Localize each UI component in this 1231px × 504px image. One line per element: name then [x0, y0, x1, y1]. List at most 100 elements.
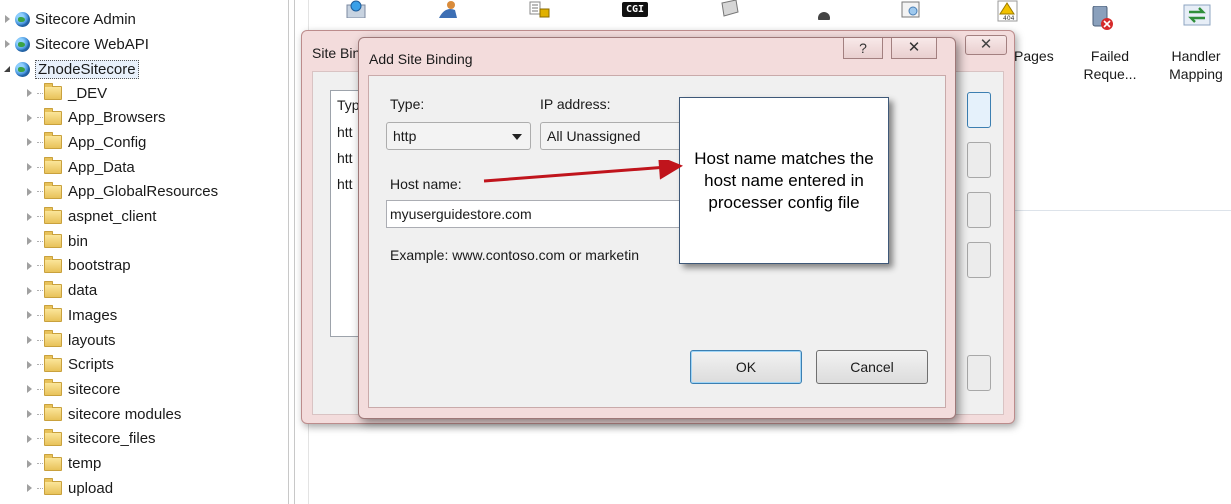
- tree-item-label: App_GlobalResources: [68, 183, 219, 201]
- remove-binding-button[interactable]: [967, 192, 991, 228]
- expand-arrow-icon[interactable]: [26, 138, 34, 147]
- tree-item-label: App_Config: [68, 133, 147, 151]
- example-text: Example: www.contoso.com or marketin: [390, 247, 639, 263]
- tree-item-folder[interactable]: sitecore: [26, 377, 121, 401]
- binding-row[interactable]: htt: [337, 176, 353, 192]
- expand-arrow-icon[interactable]: [26, 212, 34, 221]
- ok-button[interactable]: OK: [690, 350, 802, 384]
- failed-requests-label: Failed Reque...: [1080, 47, 1140, 83]
- dialog-title: Add Site Binding: [369, 51, 473, 67]
- expand-arrow-icon[interactable]: [26, 311, 34, 320]
- tree-item-folder[interactable]: App_Browsers: [26, 106, 166, 130]
- authorization-icon[interactable]: [528, 0, 552, 21]
- help-button[interactable]: ?: [843, 38, 883, 59]
- tree-connector: [37, 216, 43, 217]
- expand-arrow-icon[interactable]: [26, 484, 34, 493]
- expand-arrow-icon[interactable]: [26, 385, 34, 394]
- host-name-label: Host name:: [390, 176, 462, 192]
- failed-requests-icon[interactable]: [1089, 5, 1115, 35]
- type-select[interactable]: http: [386, 122, 531, 150]
- expand-arrow-icon[interactable]: [26, 237, 34, 246]
- tree-connector: [37, 388, 43, 390]
- collapse-arrow-icon[interactable]: [4, 65, 12, 73]
- authentication-icon[interactable]: [344, 0, 368, 21]
- tree-item-folder[interactable]: aspnet_client: [26, 205, 156, 229]
- cancel-button[interactable]: Cancel: [816, 350, 928, 384]
- tree-item-sitecore-webapi[interactable]: Sitecore WebAPI: [4, 32, 149, 56]
- expand-arrow-icon[interactable]: [26, 360, 34, 369]
- tree-item-folder[interactable]: _DEV: [26, 81, 107, 105]
- edit-binding-button[interactable]: [967, 142, 991, 178]
- tree-item-folder[interactable]: temp: [26, 452, 101, 476]
- bindings-column-type[interactable]: Typ: [337, 97, 360, 113]
- binding-row[interactable]: htt: [337, 150, 353, 166]
- default-document-icon[interactable]: [812, 6, 836, 24]
- tree-item-znodesitecore[interactable]: ZnodeSitecore: [4, 57, 139, 81]
- type-label: Type:: [390, 96, 425, 112]
- tree-connector: [37, 117, 43, 119]
- error-pages-icon[interactable]: 404: [997, 0, 1019, 25]
- tree-item-folder[interactable]: bin: [26, 229, 88, 253]
- folder-icon: [44, 255, 62, 273]
- help-icon: ?: [859, 40, 867, 56]
- compression-icon[interactable]: [718, 0, 742, 21]
- tree-item-label: data: [68, 282, 98, 300]
- expand-arrow-icon[interactable]: [26, 163, 34, 172]
- tree-item-folder[interactable]: layouts: [26, 328, 116, 352]
- expand-arrow-icon[interactable]: [26, 187, 34, 196]
- expand-arrow-icon[interactable]: [26, 336, 34, 344]
- tree-connector: [37, 487, 43, 489]
- tree-item-folder[interactable]: data: [26, 279, 97, 303]
- expand-arrow-icon[interactable]: [26, 410, 34, 419]
- directory-browsing-icon[interactable]: [899, 0, 923, 21]
- tree-item-label: temp: [68, 455, 102, 472]
- site-bindings-close-button[interactable]: ✕: [965, 35, 1007, 55]
- expand-arrow-icon[interactable]: [26, 261, 34, 270]
- tree-item-folder[interactable]: sitecore modules: [26, 402, 181, 426]
- tree-item-label: ZnodeSitecore: [35, 59, 139, 79]
- tree-item-folder[interactable]: App_Data: [26, 155, 135, 179]
- type-select-value: http: [393, 128, 417, 144]
- tree-item-folder[interactable]: App_Config: [26, 130, 146, 154]
- expand-arrow-icon[interactable]: [4, 40, 12, 48]
- binding-row[interactable]: htt: [337, 124, 353, 140]
- error-pages-label: Pages: [1014, 48, 1054, 64]
- tree-item-folder[interactable]: upload: [26, 476, 113, 500]
- expand-arrow-icon[interactable]: [4, 15, 12, 23]
- tree-item-label: bootstrap: [68, 257, 131, 275]
- users-icon[interactable]: [433, 0, 461, 21]
- host-name-input[interactable]: myuserguidestore.com: [386, 200, 686, 228]
- tree-item-folder[interactable]: App_GlobalResources: [26, 180, 218, 204]
- tree-item-label: aspnet_client: [68, 208, 157, 225]
- handler-mappings-icon[interactable]: [1183, 4, 1211, 29]
- globe-icon: [15, 11, 30, 27]
- close-bindings-button[interactable]: [967, 355, 991, 391]
- tree-connector: [37, 240, 43, 242]
- expand-arrow-icon[interactable]: [26, 113, 34, 122]
- expand-arrow-icon[interactable]: [26, 459, 34, 468]
- tree-item-label: App_Browsers: [68, 109, 166, 127]
- tree-item-folder[interactable]: sitecore_files: [26, 427, 156, 451]
- tree-item-folder[interactable]: Scripts: [26, 353, 114, 377]
- globe-icon: [15, 61, 30, 77]
- arrow-line: [483, 160, 683, 183]
- tree-item-sitecore-admin[interactable]: Sitecore Admin: [4, 7, 136, 31]
- tree-item-label: Images: [68, 306, 118, 324]
- tree-item-folder[interactable]: bootstrap: [26, 254, 131, 278]
- tree-connector: [37, 438, 43, 440]
- close-button[interactable]: ✕: [891, 38, 937, 59]
- annotation-arrow: [483, 160, 683, 183]
- cgi-icon[interactable]: CGI: [622, 2, 649, 17]
- site-bindings-title: Site Bin: [312, 45, 361, 61]
- ip-address-select[interactable]: All Unassigned: [540, 122, 685, 150]
- tree-item-folder[interactable]: Images: [26, 303, 117, 327]
- tree-item-label: sitecore_files: [68, 430, 156, 448]
- pane-divider[interactable]: [288, 0, 289, 504]
- expand-arrow-icon[interactable]: [26, 286, 34, 295]
- browse-binding-button[interactable]: [967, 242, 991, 278]
- expand-arrow-icon[interactable]: [26, 434, 34, 443]
- expand-arrow-icon[interactable]: [26, 89, 34, 97]
- tree-item-label: layouts: [68, 331, 116, 349]
- tree-connector: [37, 339, 43, 341]
- add-binding-button[interactable]: [967, 92, 991, 128]
